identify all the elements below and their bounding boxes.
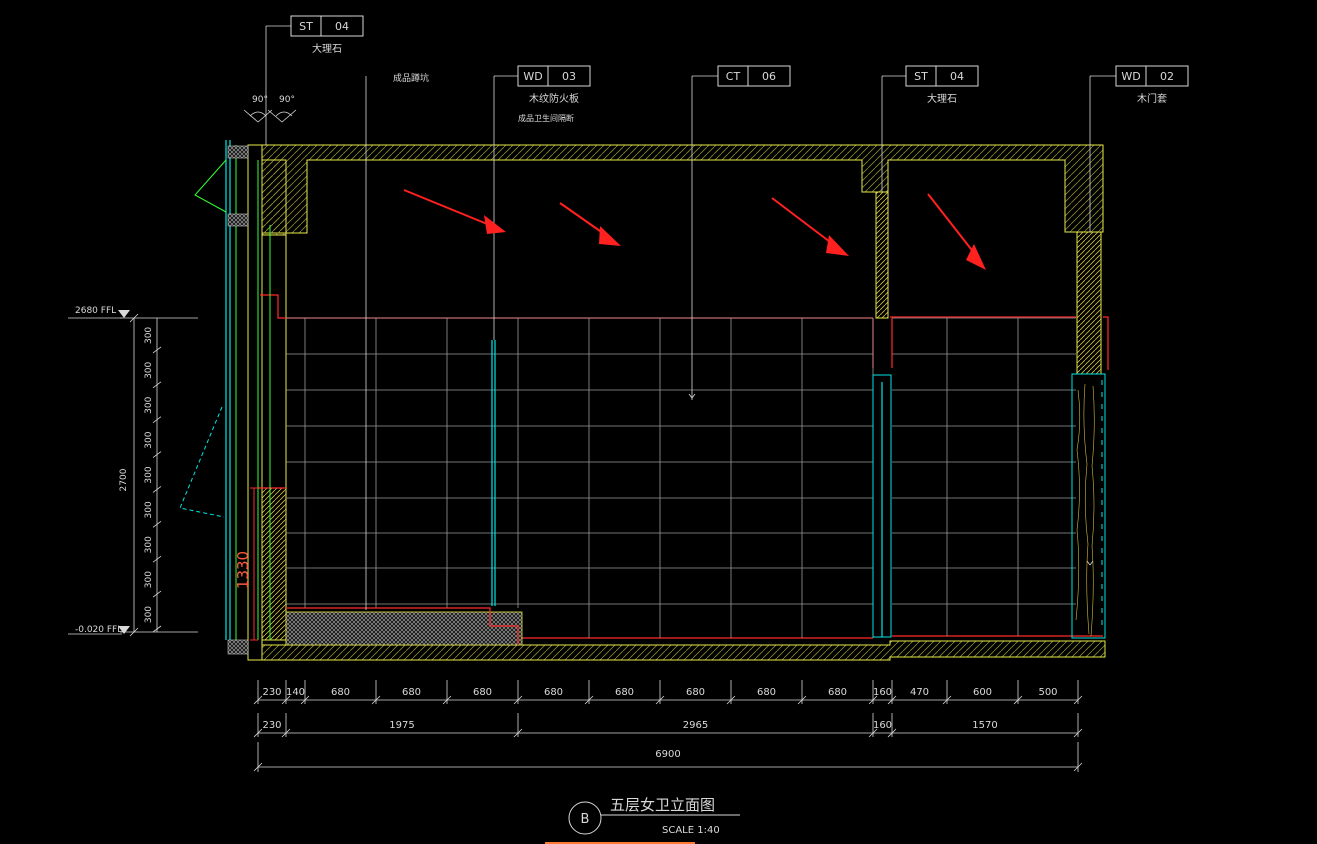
tag-number: 06 xyxy=(762,70,776,83)
arrow-1 xyxy=(403,189,506,234)
tag-code: WD xyxy=(1121,70,1140,83)
drawing-title: B 五层女卫立面图 SCALE 1:40 xyxy=(545,796,740,844)
partition-height: 1330 xyxy=(234,551,252,589)
dimension-value: 600 xyxy=(973,687,992,698)
level-top: 2680 FFL xyxy=(75,306,116,316)
tag-code: WD xyxy=(523,70,542,83)
title-text: 五层女卫立面图 xyxy=(610,796,715,814)
dimension-value: 300 xyxy=(144,396,154,413)
tag-description: 大理石 xyxy=(927,92,957,105)
dimension-value: 300 xyxy=(144,536,154,553)
door-frame-wood xyxy=(1075,383,1095,637)
tag-description: 大理石 xyxy=(312,42,342,55)
dimension-value: 680 xyxy=(686,687,705,698)
arrow-4 xyxy=(927,193,986,270)
arrow-2 xyxy=(559,202,621,246)
material-tag: WD 03 木纹防火板成品卫生间隔断 xyxy=(517,65,591,123)
tile-grid xyxy=(286,317,1076,638)
dimension-value: 300 xyxy=(144,327,154,344)
dimension-value: 300 xyxy=(144,606,154,623)
dimension-value: 680 xyxy=(615,687,634,698)
fixture-note: 成品蹲坑 xyxy=(393,72,429,84)
dimension-value: 230 xyxy=(262,720,281,731)
dimension-value: 1570 xyxy=(972,720,997,731)
arrow-3 xyxy=(771,197,849,256)
material-tag: ST 04 大理石 xyxy=(290,15,364,55)
dimension-value: 160 xyxy=(873,687,892,698)
tag-number: 02 xyxy=(1160,70,1174,83)
dimension-value: 470 xyxy=(910,687,929,698)
elevation-drawing: ST 04 大理石 WD 03 木纹防火板成品卫生间隔断 CT 06 ST 04 大理石 WD 02 木门… xyxy=(68,15,1189,844)
material-tag: ST 04 大理石 xyxy=(905,65,979,105)
material-tag: WD 02 木门套 xyxy=(1115,65,1189,105)
left-total: 2700 xyxy=(119,468,129,491)
tag-number: 04 xyxy=(950,70,964,83)
tag-code: ST xyxy=(299,20,313,33)
tag-code: ST xyxy=(914,70,928,83)
dimension-value: 300 xyxy=(144,361,154,378)
angle-left: 90° xyxy=(252,95,268,105)
dimension-value: 680 xyxy=(331,687,350,698)
tag-number: 03 xyxy=(562,70,576,83)
dimension-value: 300 xyxy=(144,571,154,588)
half-wall xyxy=(261,487,287,641)
left-dimension-ticks: 300 300 300 300 300 300 300 300 300 xyxy=(129,313,162,637)
left-dimension-chain xyxy=(68,317,198,635)
right-wall xyxy=(1076,231,1102,375)
dimension-total: 6900 xyxy=(655,749,680,760)
dimension-value: 680 xyxy=(828,687,847,698)
red-outline xyxy=(258,294,1109,639)
dimension-value: 140 xyxy=(286,687,305,698)
annotation-arrows xyxy=(403,189,986,270)
floor-tray xyxy=(285,607,523,646)
window-swing xyxy=(179,406,225,518)
dimension-value: 500 xyxy=(1038,687,1057,698)
tag-description: 木门套 xyxy=(1137,92,1167,105)
dimension-value: 300 xyxy=(144,466,154,483)
dimension-value: 680 xyxy=(402,687,421,698)
dimension-value: 300 xyxy=(144,501,154,518)
dimension-value: 680 xyxy=(544,687,563,698)
dimension-value: 160 xyxy=(873,720,892,731)
tag-number: 04 xyxy=(335,20,349,33)
dimension-value: 300 xyxy=(144,431,154,448)
tag-description-2: 成品卫生间隔断 xyxy=(518,113,574,123)
dimension-value: 1975 xyxy=(389,720,414,731)
title-badge: B xyxy=(581,812,590,827)
level-bottom: -0.020 FFL xyxy=(75,625,122,635)
dimension-row-1: 230 140 680 680 680 680 680 680 680 680 160 470 600 5… xyxy=(253,680,1083,705)
column-middle xyxy=(875,191,889,319)
dimension-row-2: 230 1975 2965 160 1570 xyxy=(253,713,1083,738)
dimension-value: 2965 xyxy=(683,720,708,731)
tag-code: CT xyxy=(726,70,741,83)
title-scale: SCALE 1:40 xyxy=(662,825,720,836)
dimension-value: 230 xyxy=(262,687,281,698)
dimension-value: 680 xyxy=(473,687,492,698)
tag-description: 木纹防火板 xyxy=(529,92,579,105)
ceiling-slab xyxy=(247,144,1104,234)
dimension-value: 680 xyxy=(757,687,776,698)
angle-right: 90° xyxy=(279,95,295,105)
material-tag: CT 06 xyxy=(717,65,791,87)
material-tags: ST 04 大理石 WD 03 木纹防火板成品卫生间隔断 CT 06 ST 04 大理石 WD 02 木门… xyxy=(290,15,1189,123)
